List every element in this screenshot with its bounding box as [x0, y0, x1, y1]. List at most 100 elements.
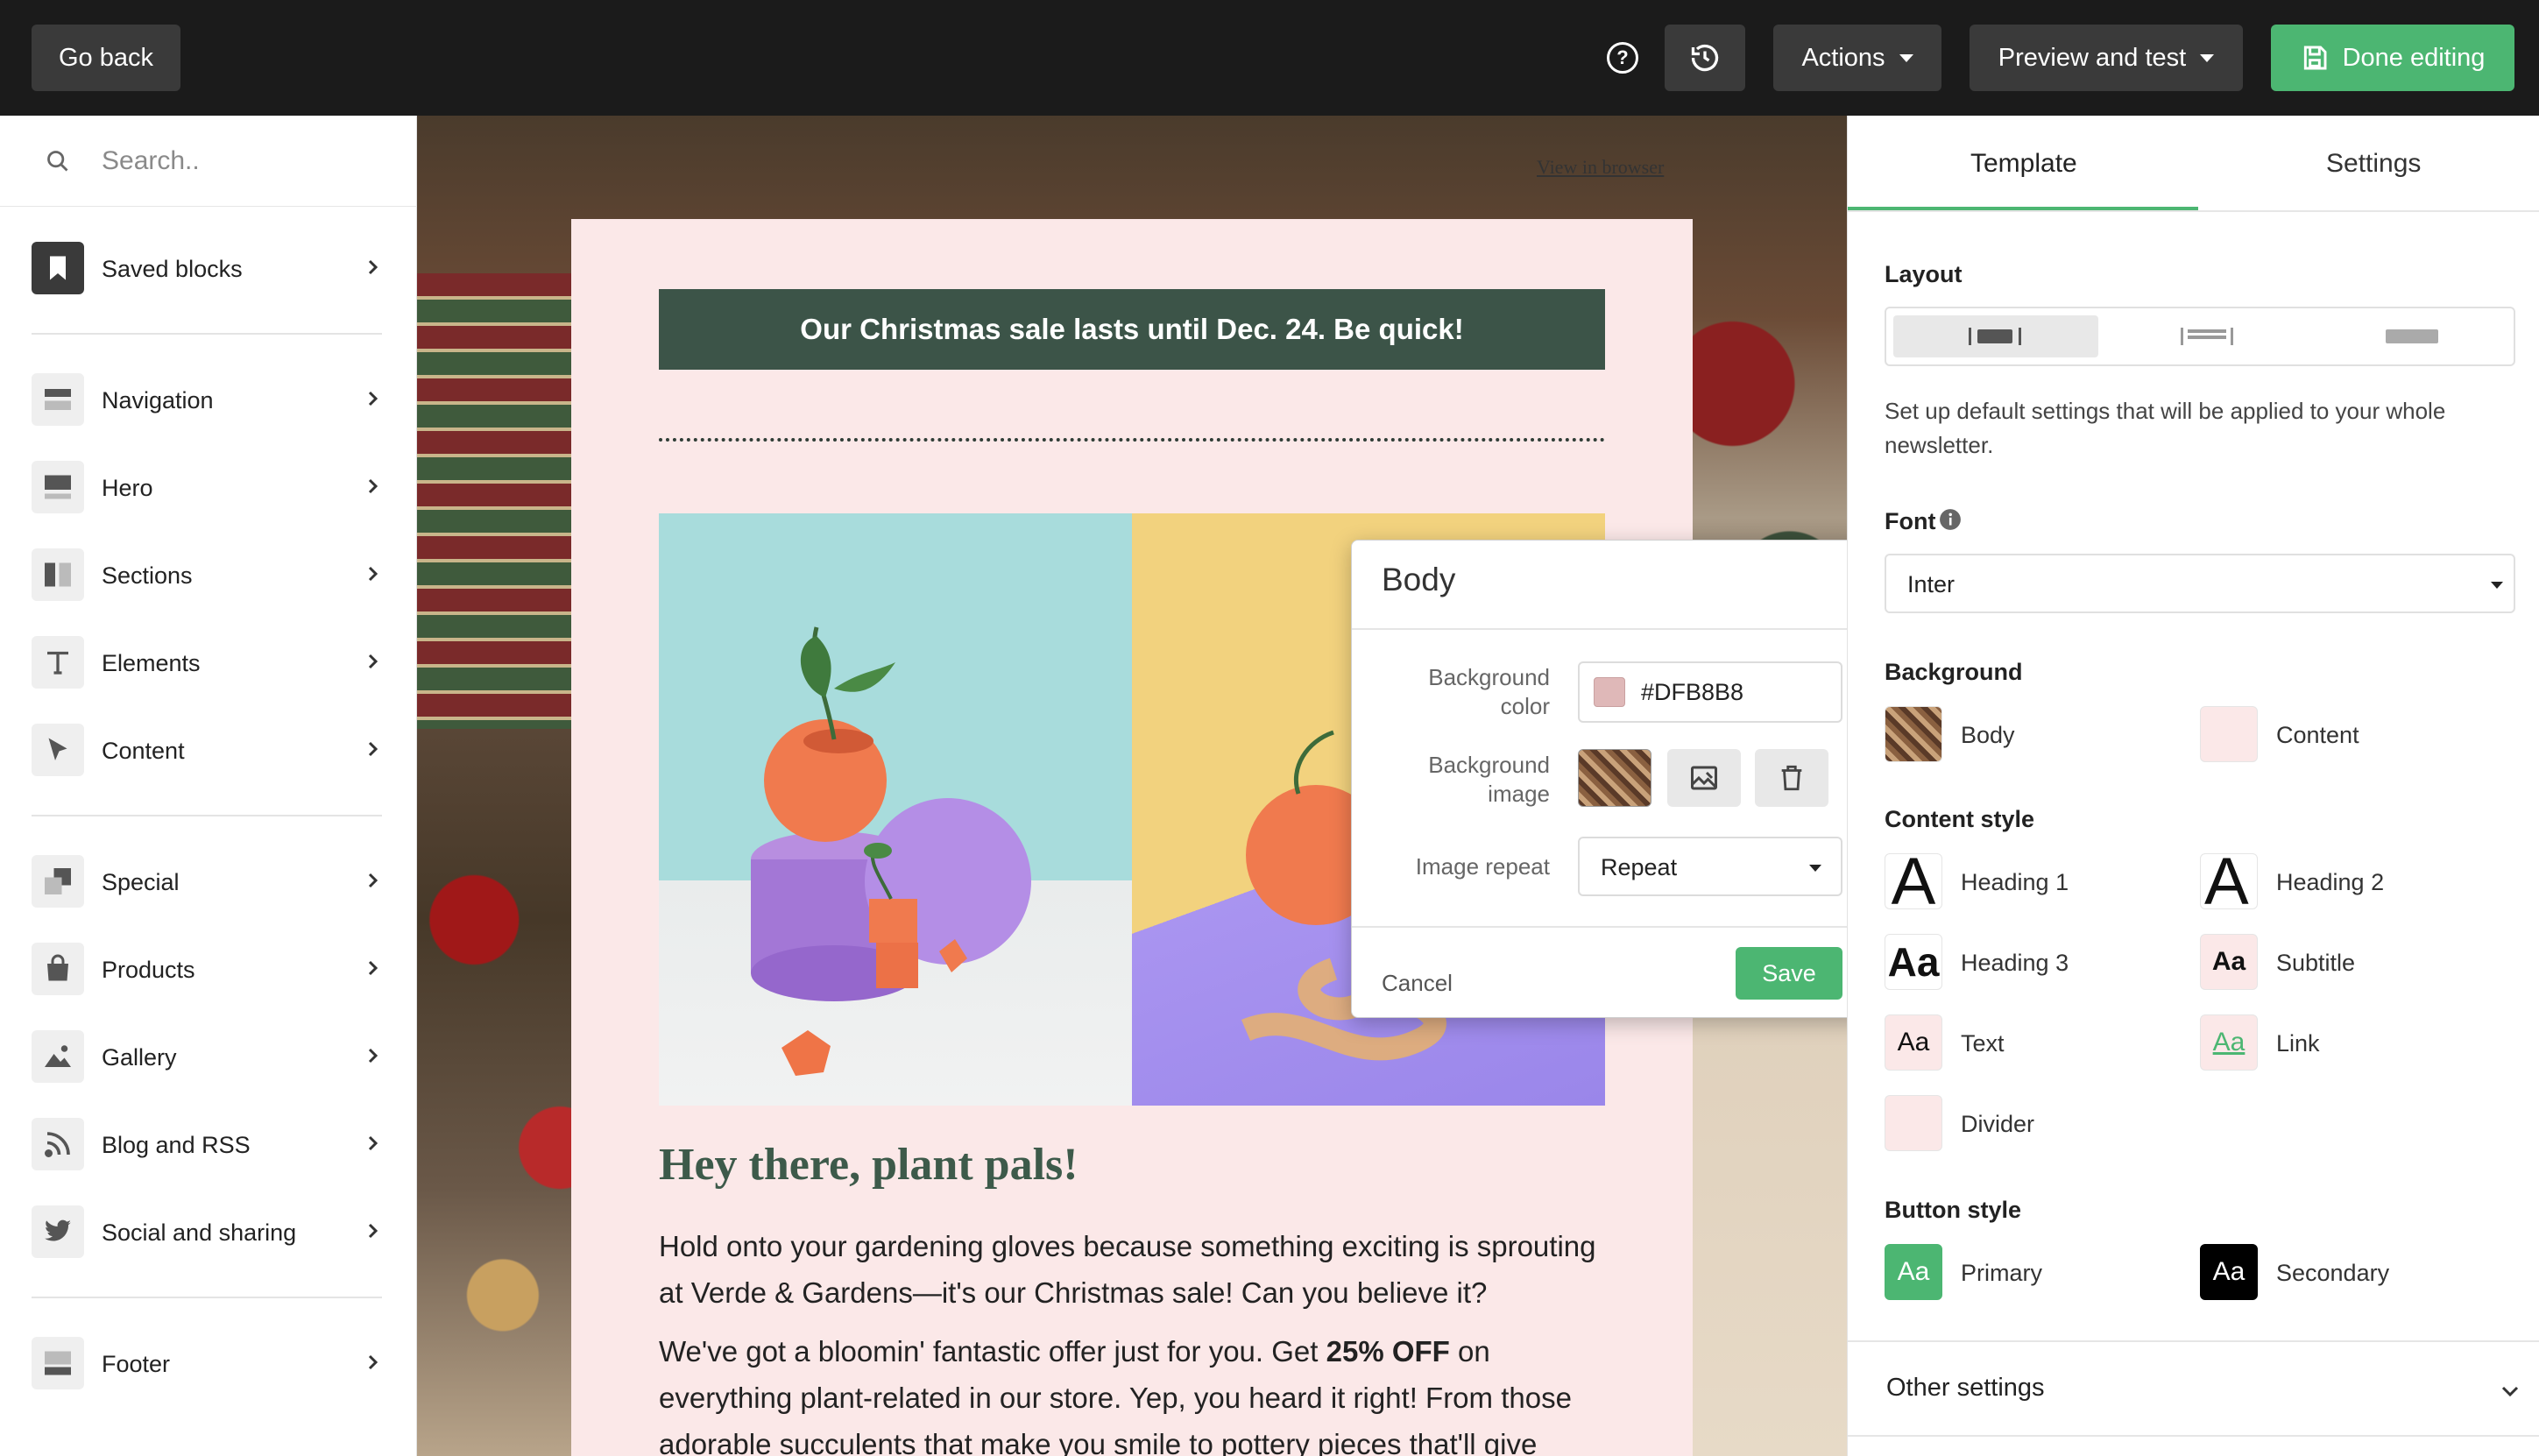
sidebar-item-saved-blocks[interactable]: Saved blocks [0, 230, 417, 308]
chevron-right-icon [368, 478, 378, 494]
background-color-field[interactable]: #DFB8B8 [1578, 661, 1842, 723]
image-repeat-select[interactable]: Repeat [1578, 837, 1842, 896]
special-block-icon [32, 855, 84, 908]
hero-block-icon [32, 461, 84, 513]
bookmark-icon [32, 242, 84, 294]
other-settings-toggle[interactable]: Other settings [1886, 1374, 2045, 1403]
layout-option-full[interactable] [2310, 315, 2512, 357]
style-link[interactable]: Aa Link [2200, 1014, 2463, 1071]
sidebar-item-products[interactable]: Products [0, 930, 417, 1009]
history-button[interactable] [1665, 25, 1745, 91]
background-label: Background [1885, 659, 2023, 685]
settings-panel: Template Settings Layout Set up default … [1847, 116, 2539, 1456]
popup-title: Body [1382, 562, 1456, 597]
divider-swatch [1885, 1095, 1942, 1151]
divider [1848, 210, 2539, 212]
sections-block-icon [32, 548, 84, 601]
chevron-right-icon [368, 1354, 378, 1370]
chevron-right-icon [368, 391, 378, 406]
heading-3-swatch: Aa [1885, 934, 1942, 990]
caret-down-icon [1809, 865, 1821, 872]
email-paragraph-1[interactable]: Hold onto your gardening gloves because … [659, 1223, 1614, 1316]
preview-test-dropdown[interactable]: Preview and test [1970, 25, 2243, 91]
style-heading-1[interactable]: A Heading 1 [1885, 853, 2147, 909]
sidebar-item-hero[interactable]: Hero [0, 449, 417, 527]
sidebar-item-elements[interactable]: Elements [0, 624, 417, 703]
layout-selector [1885, 307, 2515, 366]
background-body-item[interactable]: Body [1885, 706, 2147, 762]
button-style-secondary[interactable]: Aa Secondary [2200, 1244, 2463, 1300]
background-content-item[interactable]: Content [2200, 706, 2463, 762]
image-repeat-label: Image repeat [1415, 853, 1550, 880]
search-icon [47, 151, 68, 172]
actions-dropdown[interactable]: Actions [1773, 25, 1941, 91]
content-style-label: Content style [1885, 806, 2035, 832]
color-swatch[interactable] [1594, 677, 1625, 707]
content-background-swatch[interactable] [2200, 706, 2258, 762]
layout-option-medium[interactable] [2105, 315, 2307, 357]
layout-medium-icon [2181, 328, 2233, 345]
layout-label: Layout [1885, 261, 1963, 287]
divider [1848, 1435, 2539, 1437]
dotted-divider[interactable] [659, 438, 1605, 442]
delete-image-button[interactable] [1755, 749, 1828, 807]
chevron-down-icon[interactable] [2500, 1382, 2521, 1400]
history-icon [1691, 44, 1719, 72]
save-button[interactable]: Save [1736, 947, 1842, 1000]
sidebar-item-special[interactable]: Special [0, 843, 417, 922]
sidebar-item-gallery[interactable]: Gallery [0, 1018, 417, 1097]
sale-banner[interactable]: Our Christmas sale lasts until Dec. 24. … [659, 289, 1605, 370]
chevron-right-icon [368, 566, 378, 582]
text-element-icon [32, 636, 84, 689]
caret-down-icon [2491, 582, 2503, 589]
divider [32, 1297, 382, 1298]
style-heading-2[interactable]: A Heading 2 [2200, 853, 2463, 909]
sidebar-item-sections[interactable]: Sections [0, 536, 417, 615]
chevron-right-icon [368, 1223, 378, 1239]
sidebar-item-navigation[interactable]: Navigation [0, 361, 417, 440]
sidebar-item-blog-rss[interactable]: Blog and RSS [0, 1106, 417, 1184]
body-settings-popup: Body Background color #DFB8B8 Background… [1351, 540, 1869, 1018]
subtitle-swatch: Aa [2200, 934, 2258, 990]
style-divider[interactable]: Divider [1885, 1095, 2147, 1151]
help-icon[interactable]: ? [1607, 42, 1638, 74]
email-heading[interactable]: Hey there, plant pals! [659, 1139, 1079, 1191]
blocks-sidebar: Saved blocks Navigation Hero Sections El… [0, 116, 417, 1456]
style-subtitle[interactable]: Aa Subtitle [2200, 934, 2463, 990]
body-background-swatch[interactable] [1885, 706, 1942, 762]
email-paragraph-2[interactable]: We've got a bloomin' fantastic offer jus… [659, 1328, 1614, 1456]
style-heading-3[interactable]: Aa Heading 3 [1885, 934, 2147, 990]
change-image-button[interactable] [1667, 749, 1741, 807]
footer-block-icon [32, 1337, 84, 1389]
tab-template[interactable]: Template [1970, 149, 2077, 179]
sidebar-item-content[interactable]: Content [0, 711, 417, 790]
divider [32, 333, 382, 335]
background-color-label: Background color [1428, 664, 1550, 719]
cancel-button[interactable]: Cancel [1382, 970, 1453, 997]
sidebar-item-social-sharing[interactable]: Social and sharing [0, 1193, 417, 1272]
caret-down-icon [1899, 53, 1913, 62]
background-image-thumbnail[interactable] [1578, 749, 1651, 807]
navigation-block-icon [32, 373, 84, 426]
done-editing-button[interactable]: Done editing [2271, 25, 2514, 91]
caret-down-icon [2200, 53, 2215, 62]
tab-settings[interactable]: Settings [2326, 149, 2421, 179]
info-icon[interactable] [1939, 508, 1962, 531]
chevron-right-icon [368, 873, 378, 888]
layout-full-icon [2386, 329, 2438, 343]
divider [1848, 1340, 2539, 1342]
search-input[interactable] [102, 138, 391, 184]
background-image-label: Background image [1428, 752, 1550, 807]
search-bar [0, 116, 417, 207]
chevron-right-icon [368, 1048, 378, 1064]
layout-option-narrow[interactable] [1893, 315, 2098, 357]
divider [32, 815, 382, 816]
save-disk-icon [2303, 46, 2327, 70]
cursor-icon [32, 724, 84, 776]
font-select[interactable]: Inter [1885, 554, 2515, 613]
view-in-browser-link[interactable]: View in browser [1537, 156, 1664, 179]
style-text[interactable]: Aa Text [1885, 1014, 2147, 1071]
button-style-primary[interactable]: Aa Primary [1885, 1244, 2147, 1300]
sidebar-item-footer[interactable]: Footer [0, 1325, 417, 1403]
go-back-button[interactable]: Go back [32, 25, 180, 91]
